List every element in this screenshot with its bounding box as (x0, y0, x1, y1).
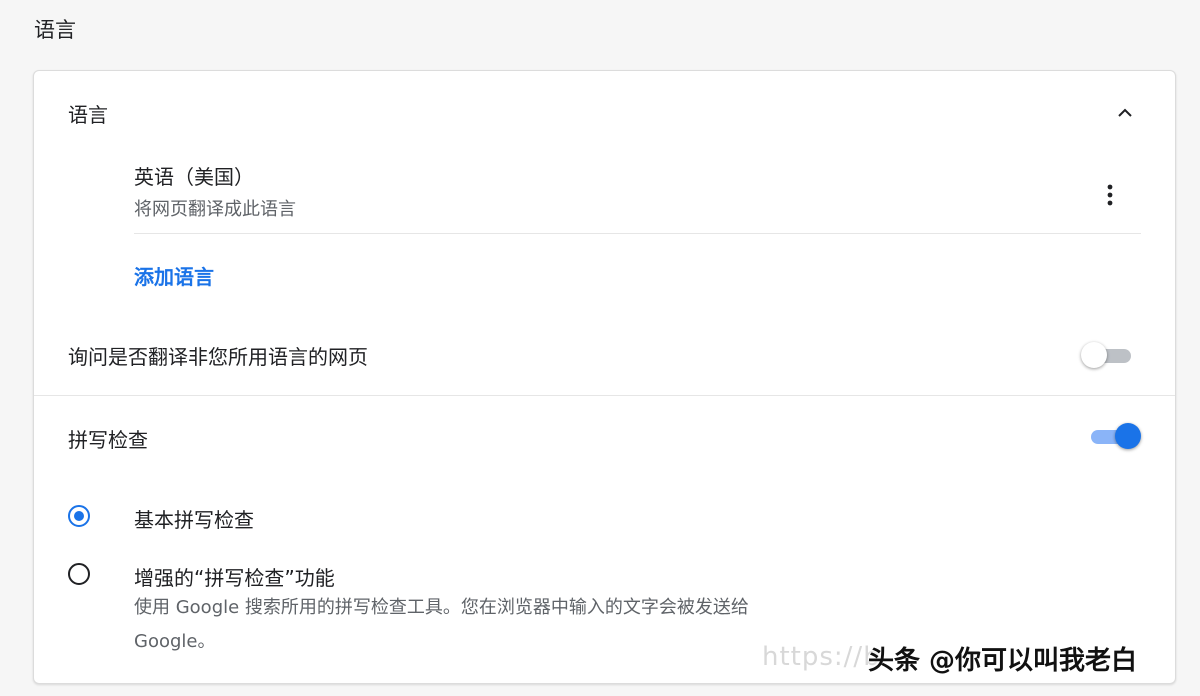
spellcheck-label: 拼写检查 (68, 428, 148, 452)
radio-option-basic[interactable]: 基本拼写检查 (34, 501, 1175, 541)
ask-translate-label: 询问是否翻译非您所用语言的网页 (68, 345, 368, 369)
brand-watermark: 头条 @你可以叫我老白 (868, 646, 1138, 676)
ask-translate-toggle[interactable] (1081, 341, 1133, 369)
radio-description-line1: 使用 Google 搜索所用的拼写检查工具。您在浏览器中输入的文字会被发送给 (134, 597, 749, 618)
ask-translate-row: 询问是否翻译非您所用语言的网页 (34, 315, 1175, 396)
radio-button-enhanced[interactable] (68, 563, 90, 585)
languages-section-label: 语言 (68, 103, 108, 127)
watermark-text: https://b (762, 642, 881, 672)
more-vert-icon[interactable] (1094, 179, 1126, 211)
language-name: 英语（美国） (134, 165, 254, 189)
radio-label-enhanced: 增强的“拼写检查”功能 (134, 566, 335, 590)
spellcheck-toggle[interactable] (1087, 422, 1141, 450)
spellcheck-row: 拼写检查 (34, 396, 1175, 476)
language-list-item: 英语（美国） 将网页翻译成此语言 (134, 157, 1141, 234)
settings-card: 语言 英语（美国） 将网页翻译成此语言 添加语言 询问是否翻译非您所用语言的网页… (33, 70, 1176, 684)
radio-label-basic: 基本拼写检查 (134, 508, 254, 532)
toggle-knob (1081, 342, 1107, 368)
page-title: 语言 (34, 18, 76, 42)
radio-button-basic[interactable] (68, 505, 90, 527)
add-language-button[interactable]: 添加语言 (134, 261, 214, 290)
language-subtitle: 将网页翻译成此语言 (134, 199, 296, 220)
toggle-knob (1115, 423, 1141, 449)
languages-section-header[interactable]: 语言 (34, 71, 1175, 151)
chevron-up-icon[interactable] (1113, 101, 1137, 125)
